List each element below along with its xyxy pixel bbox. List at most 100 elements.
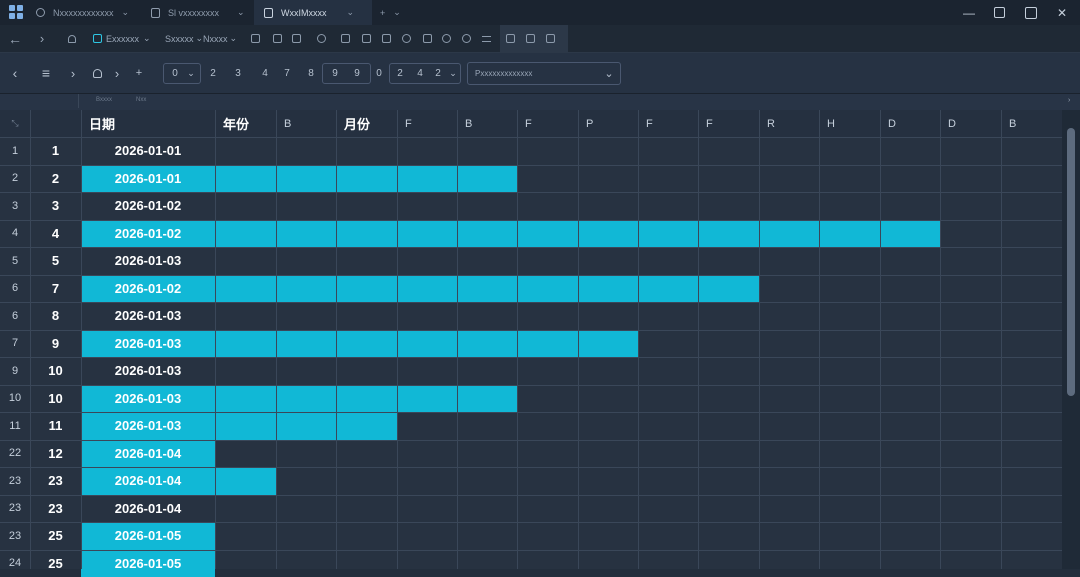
check-button[interactable]	[506, 25, 515, 52]
filled-cell[interactable]	[215, 330, 276, 358]
date-cell[interactable]: 2026-01-03	[81, 412, 215, 440]
index-cell[interactable]: 1	[30, 137, 81, 165]
date-cell[interactable]: 2026-01-05	[81, 550, 215, 577]
date-cell[interactable]: 2026-01-01	[81, 137, 215, 165]
row-number[interactable]: 2	[0, 165, 30, 193]
filled-cell[interactable]	[276, 412, 336, 440]
column-header[interactable]: P	[586, 110, 638, 137]
filled-cell[interactable]	[457, 165, 517, 193]
filled-cell[interactable]	[517, 220, 578, 248]
window-tab-3[interactable]: WxxIMxxxx ⌄	[254, 0, 372, 25]
row-number[interactable]: 10	[0, 385, 30, 413]
row-number[interactable]: 23	[0, 522, 30, 550]
index-cell[interactable]: 10	[30, 385, 81, 413]
back-button[interactable]: ←	[8, 25, 22, 52]
index-cell[interactable]: 9	[30, 330, 81, 358]
filled-cell[interactable]	[880, 220, 940, 248]
row-number[interactable]: 22	[0, 440, 30, 468]
row-number[interactable]: 24	[0, 550, 30, 577]
filled-cell[interactable]	[276, 275, 336, 303]
filled-cell[interactable]	[517, 330, 578, 358]
file-button[interactable]	[362, 25, 371, 52]
date-cell[interactable]: 2026-01-03	[81, 357, 215, 385]
menu-edit[interactable]: Exxxxxx ⌄	[93, 25, 151, 52]
filled-cell[interactable]	[276, 220, 336, 248]
filled-cell[interactable]	[215, 385, 276, 413]
date-cell[interactable]: 2026-01-03	[81, 330, 215, 358]
scrollbar-thumb[interactable]	[1067, 128, 1075, 396]
column-header[interactable]: R	[767, 110, 819, 137]
column-header[interactable]: F	[405, 110, 457, 137]
filled-cell[interactable]	[638, 275, 698, 303]
column-header[interactable]: D	[948, 110, 1001, 137]
column-header[interactable]: 月份	[344, 110, 397, 137]
menu-third[interactable]: Nxxxx ⌄	[203, 25, 237, 52]
filled-cell[interactable]	[336, 330, 397, 358]
row-number[interactable]: 6	[0, 302, 30, 330]
index-cell[interactable]: 10	[30, 357, 81, 385]
column-header[interactable]: 日期	[89, 110, 215, 137]
date-cell[interactable]: 2026-01-02	[81, 220, 215, 248]
index-cell[interactable]: 25	[30, 550, 81, 577]
menu-second[interactable]: Sxxxxx ⌄	[165, 25, 203, 52]
doc-button[interactable]	[546, 25, 555, 52]
filled-cell[interactable]	[336, 220, 397, 248]
refresh-button[interactable]	[442, 25, 451, 52]
app-menu-icon[interactable]	[9, 5, 23, 19]
strip-arrow-icon[interactable]: ›	[1068, 97, 1070, 104]
param-cell[interactable]: 2	[205, 53, 221, 93]
restore-button[interactable]	[983, 0, 1015, 25]
print-button[interactable]	[273, 25, 282, 52]
tag-button[interactable]	[423, 25, 432, 52]
param-cell[interactable]: 4	[257, 53, 273, 93]
filled-cell[interactable]	[276, 385, 336, 413]
settings-button[interactable]	[402, 25, 411, 52]
row-number[interactable]: 4	[0, 220, 30, 248]
row-number[interactable]: 11	[0, 412, 30, 440]
column-header[interactable]: B	[284, 110, 336, 137]
param-cell[interactable]: 2	[392, 53, 408, 93]
index-cell[interactable]: 7	[30, 275, 81, 303]
param-cell[interactable]: 3	[230, 53, 246, 93]
column-header[interactable]: B	[1009, 110, 1062, 137]
filled-cell[interactable]	[336, 165, 397, 193]
date-cell[interactable]: 2026-01-03	[81, 302, 215, 330]
folder-button[interactable]	[251, 25, 260, 52]
date-cell[interactable]: 2026-01-04	[81, 495, 215, 523]
column-header[interactable]: 年份	[223, 110, 276, 137]
target-button[interactable]	[462, 25, 471, 52]
filled-cell[interactable]	[698, 275, 759, 303]
export-button[interactable]	[382, 25, 391, 52]
filled-cell[interactable]	[397, 275, 457, 303]
param-cell[interactable]: 7	[279, 53, 295, 93]
filled-cell[interactable]	[517, 275, 578, 303]
column-header[interactable]: F	[646, 110, 698, 137]
close-button[interactable]: ✕	[1046, 0, 1078, 25]
lines-button[interactable]	[482, 25, 491, 52]
calendar-button[interactable]	[526, 25, 535, 52]
date-cell[interactable]: 2026-01-03	[81, 385, 215, 413]
user-button[interactable]	[90, 53, 104, 93]
window-tab-1[interactable]: Nxxxxxxxxxxxx ⌄	[30, 0, 141, 25]
param-cell[interactable]: 9	[327, 53, 343, 93]
index-cell[interactable]: 4	[30, 220, 81, 248]
filled-cell[interactable]	[397, 385, 457, 413]
column-header[interactable]: B	[465, 110, 517, 137]
filled-cell[interactable]	[457, 220, 517, 248]
filled-cell[interactable]	[215, 467, 276, 495]
filled-cell[interactable]	[276, 165, 336, 193]
index-cell[interactable]: 5	[30, 247, 81, 275]
row-number[interactable]: 6	[0, 275, 30, 303]
filled-cell[interactable]	[698, 220, 759, 248]
date-cell[interactable]: 2026-01-05	[81, 522, 215, 550]
filled-cell[interactable]	[457, 330, 517, 358]
row-number[interactable]: 23	[0, 467, 30, 495]
filled-cell[interactable]	[578, 275, 638, 303]
filled-cell[interactable]	[397, 330, 457, 358]
column-header[interactable]: D	[888, 110, 940, 137]
filled-cell[interactable]	[215, 165, 276, 193]
nav-next-button[interactable]: ›	[68, 53, 78, 93]
index-cell[interactable]: 2	[30, 165, 81, 193]
window-tab-2[interactable]: Sl vxxxxxxxx ⌄	[145, 0, 251, 25]
date-cell[interactable]: 2026-01-04	[81, 467, 215, 495]
